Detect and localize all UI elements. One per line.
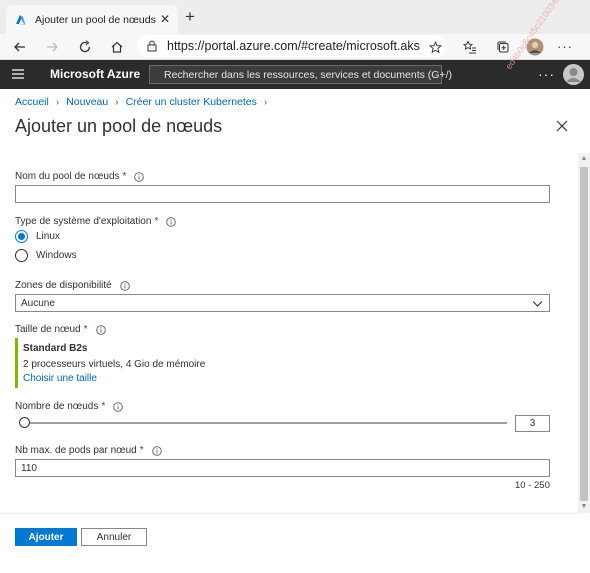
footer-divider [0,513,578,514]
new-tab-icon[interactable]: + [185,8,195,25]
info-icon[interactable] [113,401,124,412]
max-pods-range-hint: 10 - 250 [515,480,550,491]
home-icon[interactable] [107,37,127,57]
node-size-name: Standard B2s [23,343,88,354]
breadcrumb-new[interactable]: Nouveau [66,96,108,108]
back-icon[interactable] [10,37,30,57]
required-asterisk: * [83,324,88,335]
azure-brand[interactable]: Microsoft Azure [50,67,140,81]
chevron-right-icon: › [55,96,60,108]
page-title: Ajouter un pool de nœuds [15,116,223,136]
breadcrumb: Accueil › Nouveau › Créer un cluster Kub… [15,96,274,108]
favorite-star-icon[interactable] [425,37,445,57]
address-bar[interactable]: https://portal.azure.com/#create/microso… [137,35,447,57]
info-icon[interactable] [134,171,145,182]
lock-icon[interactable] [147,40,157,52]
node-count-slider-handle[interactable] [19,417,30,428]
radio-unselected-icon[interactable] [15,249,28,262]
scroll-up-arrow-icon[interactable]: ▲ [578,153,590,165]
required-asterisk: * [101,401,106,412]
choose-size-link[interactable]: Choisir une taille [23,373,235,384]
url-text: https://portal.azure.com/#create/microso… [167,39,420,53]
cancel-button[interactable]: Annuler [81,528,147,546]
hamburger-menu-icon[interactable] [12,69,24,79]
availability-zones-label: Zones de disponibilité [15,280,130,291]
chevron-right-icon: › [115,96,119,108]
collections-icon[interactable] [493,37,513,57]
max-pods-input[interactable]: 110 [15,459,550,477]
node-size-summary: Standard B2s 2 processeurs virtuels, 4 G… [15,338,235,388]
radio-selected-icon[interactable] [15,230,28,243]
info-icon[interactable] [166,216,177,227]
required-asterisk: * [154,216,159,227]
pool-name-label: Nom du pool de nœuds * [15,171,145,182]
os-radio-windows[interactable]: Windows [15,249,77,262]
search-placeholder: Rechercher dans les ressources, services… [164,68,452,81]
close-icon[interactable] [556,120,568,132]
breadcrumb-home[interactable]: Accueil [15,96,49,108]
pool-name-input[interactable] [15,185,550,203]
breadcrumb-create-cluster[interactable]: Créer un cluster Kubernetes [126,96,257,108]
os-radio-linux[interactable]: Linux [15,230,60,243]
required-asterisk: * [139,445,144,456]
info-icon[interactable] [119,280,130,291]
node-size-description: 2 processeurs virtuels, 4 Gio de mémoire [23,359,206,370]
more-options-icon[interactable]: ··· [538,66,555,82]
browser-toolbar: https://portal.azure.com/#create/microso… [0,34,590,60]
forward-icon[interactable] [42,37,62,57]
chevron-down-icon [532,301,543,307]
scrollbar-thumb[interactable] [580,167,588,501]
azure-logo-icon [16,14,26,24]
availability-zones-value: Aucune [21,297,55,309]
avatar[interactable] [563,64,584,85]
chevron-right-icon: › [263,96,268,108]
add-button[interactable]: Ajouter [15,528,77,546]
node-count-slider-track[interactable] [20,422,507,424]
availability-zones-dropdown[interactable]: Aucune [15,294,550,312]
max-pods-label: Nb max. de pods par nœud * [15,445,162,456]
scroll-down-arrow-icon[interactable]: ▼ [578,501,590,513]
azure-header: Microsoft Azure Rechercher dans les ress… [0,60,590,89]
info-icon[interactable] [95,324,106,335]
refresh-icon[interactable] [75,37,95,57]
browser-menu-icon[interactable]: ··· [555,37,575,57]
node-count-label: Nombre de nœuds * [15,401,124,412]
profile-picture-icon[interactable] [525,37,545,57]
browser-tab-strip: Ajouter un pool de nœuds - Mic ✕ + [0,0,590,34]
node-count-input[interactable]: 3 [515,415,550,432]
browser-tab[interactable]: Ajouter un pool de nœuds - Mic ✕ [6,5,178,34]
favorites-list-icon[interactable] [460,37,480,57]
info-icon[interactable] [151,445,162,456]
os-type-label: Type de système d'exploitation * [15,216,177,227]
node-size-label: Taille de nœud * [15,324,106,335]
tab-title: Ajouter un pool de nœuds - Mic [35,13,157,26]
required-asterisk: * [122,171,127,182]
global-search-input[interactable]: Rechercher dans les ressources, services… [149,65,452,84]
close-tab-icon[interactable]: ✕ [160,12,170,26]
